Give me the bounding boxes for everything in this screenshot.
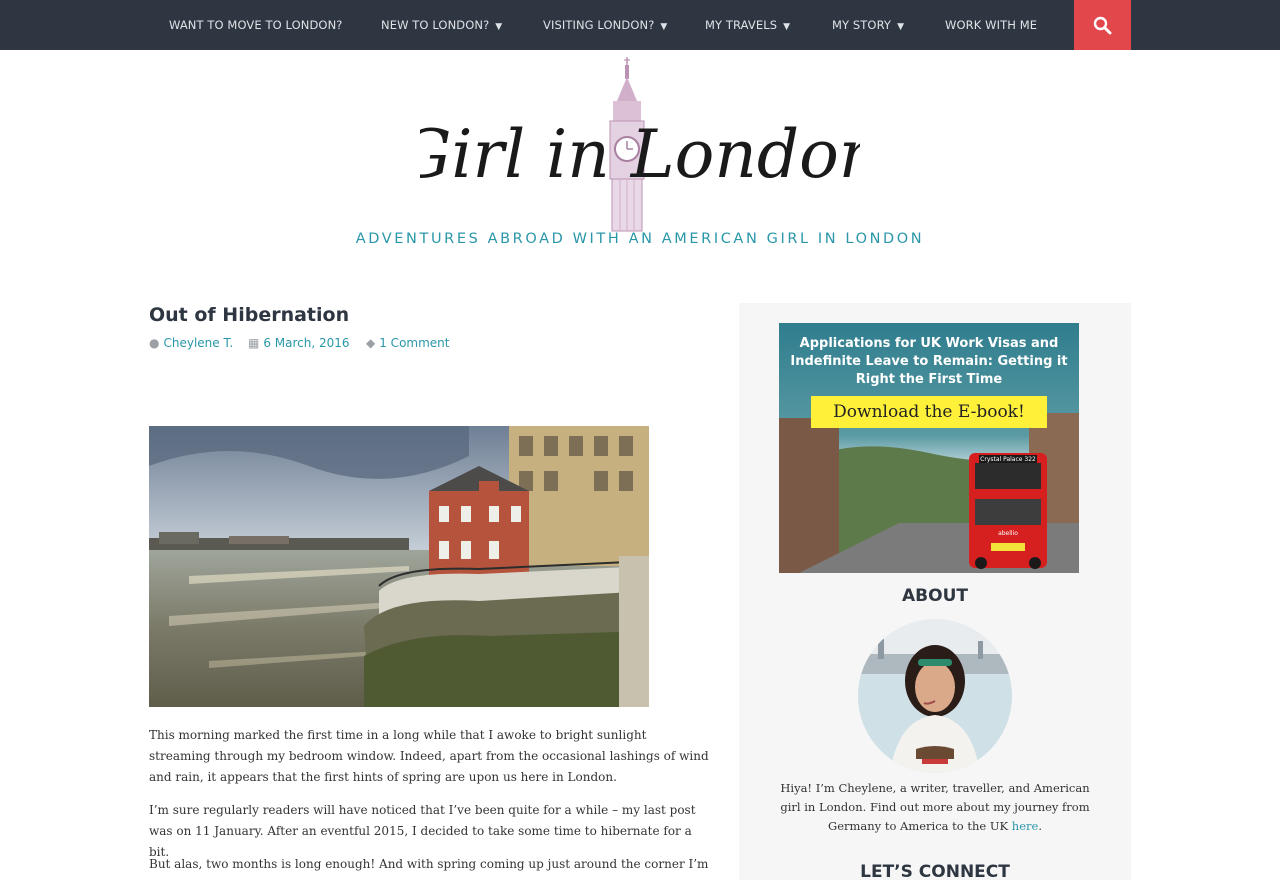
post-paragraph: But alas, two months is long enough! And… (149, 857, 709, 871)
nav-item-my-story[interactable]: MY STORY ▼ (832, 0, 904, 50)
post-paragraph: This morning marked the first time in a … (149, 728, 709, 784)
post-title[interactable]: Out of Hibernation (149, 304, 349, 326)
nav-item-want-to-move[interactable]: WANT TO MOVE TO LONDON? (169, 0, 342, 50)
ad-download-button[interactable]: Download the E-book! (811, 396, 1047, 428)
top-navigation: WANT TO MOVE TO LONDON? NEW TO LONDON? ▼ … (0, 0, 1280, 50)
calendar-icon: ▦ (248, 336, 260, 350)
about-text-end: . (1038, 819, 1042, 833)
ebook-ad-banner[interactable]: Crystal Palace 322 abellio Applications … (779, 323, 1079, 573)
post-author[interactable]: ● Cheylene T. (149, 336, 233, 350)
nav-item-new-to-london[interactable]: NEW TO LONDON? ▼ (381, 0, 502, 50)
search-button[interactable] (1074, 0, 1131, 50)
nav-item-my-travels[interactable]: MY TRAVELS ▼ (705, 0, 790, 50)
about-more-link[interactable]: here (1012, 819, 1039, 833)
nav-item-label: MY STORY (832, 18, 892, 32)
caret-down-icon: ▼ (783, 22, 791, 32)
site-logo[interactable]: Girl in London (399, 55, 881, 235)
nav-item-label: NEW TO LONDON? (381, 18, 490, 32)
caret-down-icon: ▼ (495, 22, 503, 32)
post-date[interactable]: ▦ 6 March, 2016 (248, 336, 350, 350)
nav-item-label: WANT TO MOVE TO LONDON? (169, 18, 343, 32)
nav-item-label: MY TRAVELS (705, 18, 778, 32)
bus-brand: abellio (998, 530, 1018, 537)
author-avatar (858, 619, 1012, 773)
post-image-thames (149, 426, 649, 707)
about-heading: ABOUT (902, 586, 968, 606)
nav-item-label: WORK WITH ME (945, 18, 1038, 32)
nav-item-visiting-london[interactable]: VISITING LONDON? ▼ (543, 0, 667, 50)
post-comments[interactable]: ◆ 1 Comment (366, 336, 449, 350)
ad-headline: Applications for UK Work Visas and Indef… (790, 336, 1068, 387)
post-author-name: Cheylene T. (163, 336, 234, 350)
bus-route-sign: Crystal Palace 322 (980, 456, 1036, 463)
nav-item-work-with-me[interactable]: WORK WITH ME (945, 0, 1037, 50)
caret-down-icon: ▼ (660, 22, 668, 32)
comments-icon: ◆ (366, 336, 376, 350)
post-comments-text: 1 Comment (379, 336, 450, 350)
connect-heading: LET’S CONNECT (860, 862, 1010, 880)
nav-item-label: VISITING LONDON? (543, 18, 655, 32)
about-text-body: Hiya! I’m Cheylene, a writer, traveller,… (780, 781, 1090, 833)
caret-down-icon: ▼ (897, 22, 905, 32)
user-icon: ● (149, 336, 160, 350)
search-icon (1093, 16, 1112, 35)
site-tagline: ADVENTURES ABROAD WITH AN AMERICAN GIRL … (355, 231, 925, 247)
post-date-text: 6 March, 2016 (263, 336, 350, 350)
logo-text: Girl in London (420, 116, 860, 193)
about-text: Hiya! I’m Cheylene, a writer, traveller,… (779, 779, 1091, 836)
